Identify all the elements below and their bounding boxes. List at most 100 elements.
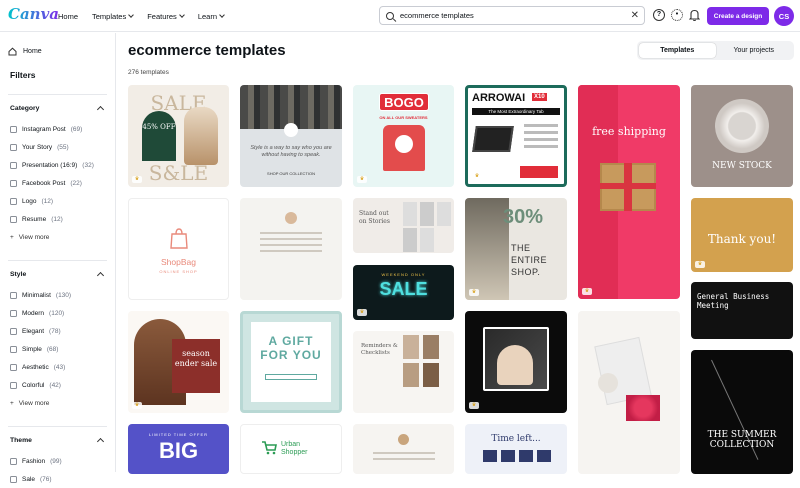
avatar[interactable]: CS	[774, 6, 794, 26]
chevron-up-icon	[96, 437, 105, 446]
theme-section: Theme Fashion (99) Sale (76)	[8, 426, 107, 488]
checkbox[interactable]	[10, 179, 17, 187]
crown-icon: ♛	[469, 402, 479, 409]
crown-icon: ♛	[357, 309, 367, 316]
filter-logo[interactable]: Logo (12)	[10, 192, 107, 210]
filter-colorful[interactable]: Colorful (42)	[10, 376, 107, 394]
checkbox[interactable]	[10, 475, 17, 483]
template-card-reminders[interactable]: Reminders & Checklists	[353, 331, 454, 413]
nav-home[interactable]: Home	[58, 12, 78, 21]
nav-learn[interactable]: Learn	[198, 12, 225, 21]
theme-header[interactable]: Theme	[10, 437, 107, 446]
style-header[interactable]: Style	[10, 271, 107, 280]
style-view-more[interactable]: + View more	[10, 394, 107, 412]
checkbox[interactable]	[10, 143, 17, 151]
checkbox[interactable]	[10, 197, 17, 205]
crown-icon: ♛	[582, 288, 592, 295]
checkbox[interactable]	[10, 161, 17, 169]
main-nav: Home Templates Features Learn	[58, 0, 225, 32]
template-card-urban-shopper[interactable]: Urban Shopper	[240, 424, 342, 474]
create-design-button[interactable]: Create a design	[707, 7, 769, 25]
checkbox[interactable]	[10, 345, 17, 353]
checkbox[interactable]	[10, 381, 17, 389]
template-card-quote-2[interactable]	[353, 424, 454, 474]
filter-fashion[interactable]: Fashion (99)	[10, 452, 107, 470]
nav-templates[interactable]: Templates	[92, 12, 135, 21]
model-photo	[497, 345, 533, 385]
checkbox[interactable]	[10, 125, 17, 133]
checkbox[interactable]	[10, 457, 17, 465]
filter-resume[interactable]: Resume (12)	[10, 210, 107, 228]
template-card-time-left[interactable]: Time left...	[465, 424, 567, 474]
chevron-up-icon	[96, 271, 105, 280]
template-card-bogo[interactable]: BOGO ON ALL OUR SWEATERS ♛	[353, 85, 454, 187]
checkbox[interactable]	[10, 215, 17, 223]
filter-modern[interactable]: Modern (120)	[10, 304, 107, 322]
filter-your-story[interactable]: Your Story (55)	[10, 138, 107, 156]
settings-gear-icon[interactable]: •	[671, 9, 683, 21]
filter-elegant[interactable]: Elegant (78)	[10, 322, 107, 340]
template-card-stories[interactable]: Stand out on Stories	[353, 198, 454, 253]
sidebar-home[interactable]: Home	[8, 47, 107, 56]
category-section: Category Instagram Post (69) Your Story (5…	[8, 94, 107, 246]
notification-bell-icon[interactable]	[689, 9, 700, 21]
template-card-april-edition[interactable]	[578, 311, 680, 474]
template-card-black-model[interactable]: ♛	[465, 311, 567, 413]
tablet-image	[472, 126, 514, 152]
checkbox[interactable]	[10, 309, 17, 317]
crown-icon: ♛	[469, 289, 479, 296]
model-photo	[184, 107, 218, 165]
checkbox[interactable]	[10, 291, 17, 299]
filter-instagram-post[interactable]: Instagram Post (69)	[10, 120, 107, 138]
filter-presentation[interactable]: Presentation (16:9) (32)	[10, 156, 107, 174]
template-card-quote[interactable]	[240, 198, 342, 300]
template-card-weekend-sale[interactable]: WEEKEND ONLY SALE ♛	[353, 265, 454, 320]
cart-icon	[262, 441, 277, 455]
template-card-big[interactable]: LIMITED TIME OFFER BIG	[128, 424, 229, 474]
template-card-summer-collection[interactable]: THE SUMMER COLLECTION	[691, 350, 793, 474]
template-card-arrowai[interactable]: ARROWAI X10 The Most Extraordinary Tab ♛	[465, 85, 567, 187]
template-card-business-meeting[interactable]: General Business Meeting	[691, 282, 793, 339]
search-icon	[386, 11, 394, 20]
clear-icon[interactable]: ✕	[631, 10, 639, 21]
filter-minimalist[interactable]: Minimalist (130)	[10, 286, 107, 304]
template-card-sale[interactable]: SALE 45% OFF S&LE ♛	[128, 85, 229, 187]
template-card-shopbag[interactable]: ShopBag ONLINE SHOP	[128, 198, 229, 300]
shopping-bag-icon	[170, 228, 188, 249]
template-card-season-ender[interactable]: season ender sale ♛	[128, 311, 229, 413]
template-card-clothes[interactable]: Style is a way to say who you are withou…	[240, 85, 342, 187]
plus-icon: +	[10, 399, 14, 407]
template-card-new-stock[interactable]: NEW STOCK	[691, 85, 793, 187]
template-card-gift[interactable]: A GIFT FOR YOU	[240, 311, 342, 413]
category-header[interactable]: Category	[10, 105, 107, 114]
avatar	[285, 212, 297, 224]
canva-logo[interactable]: Canva	[8, 5, 59, 23]
category-view-more[interactable]: + View more	[10, 228, 107, 246]
filter-sidebar: Home Filters Category Instagram Post (69)…	[0, 33, 116, 483]
filter-sale[interactable]: Sale (76)	[10, 470, 107, 488]
template-count: 276 templates	[128, 69, 169, 76]
tab-templates[interactable]: Templates	[639, 43, 716, 58]
view-toggle: Templates Your projects	[637, 41, 794, 60]
search-input[interactable]	[400, 11, 620, 20]
help-icon[interactable]: ?	[653, 9, 665, 21]
filter-facebook-post[interactable]: Facebook Post (22)	[10, 174, 107, 192]
plus-icon: +	[10, 233, 14, 241]
discount-badge: 45% OFF	[142, 111, 176, 161]
crown-icon: ♛	[695, 261, 705, 268]
chevron-up-icon	[96, 105, 105, 114]
tab-your-projects[interactable]: Your projects	[716, 43, 793, 58]
filter-simple[interactable]: Simple (68)	[10, 340, 107, 358]
top-bar: Canva Home Templates Features Learn ✕ ? …	[0, 0, 800, 32]
page-title: ecommerce templates	[128, 42, 286, 59]
checkbox[interactable]	[10, 363, 17, 371]
filter-aesthetic[interactable]: Aesthetic (43)	[10, 358, 107, 376]
search-bar[interactable]: ✕	[379, 6, 645, 25]
results-area: ecommerce templates 276 templates Templa…	[117, 33, 800, 474]
home-icon	[8, 47, 17, 56]
nav-features[interactable]: Features	[147, 12, 185, 21]
template-card-free-shipping[interactable]: free shipping ♛	[578, 85, 680, 299]
template-card-30-off[interactable]: 30% THE ENTIRE SHOP. ♛	[465, 198, 567, 300]
checkbox[interactable]	[10, 327, 17, 335]
template-card-thank-you[interactable]: Thank you! ♛	[691, 198, 793, 272]
